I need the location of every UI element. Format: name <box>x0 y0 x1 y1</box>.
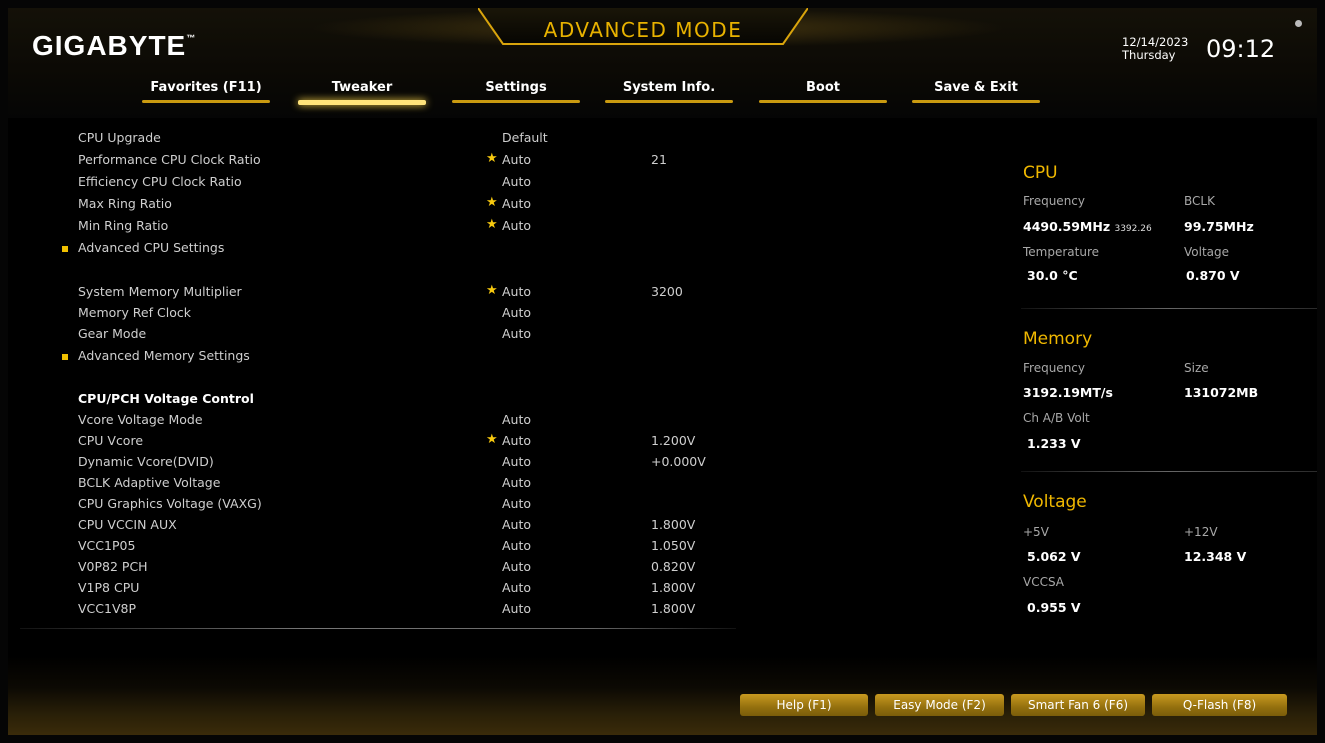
cpu-bclk-label: BCLK <box>1184 194 1215 208</box>
voltage-5v-value: 5.062 V <box>1027 549 1081 564</box>
tab-underline <box>759 100 887 103</box>
cpu-temperature-label: Temperature <box>1023 245 1100 259</box>
voltage-12v-label: +12V <box>1184 525 1218 539</box>
help-button[interactable]: Help (F1) <box>740 694 868 716</box>
cpu-voltage-value: 0.870 V <box>1186 268 1240 283</box>
voltage-5v-label: +5V <box>1023 525 1049 539</box>
tab-underline <box>452 100 580 103</box>
mode-banner: ADVANCED MODE <box>478 8 808 48</box>
star-icon: ★ <box>486 151 498 166</box>
setting-max-ring-ratio[interactable]: Max Ring Ratio ★ Auto <box>8 194 738 215</box>
memory-chvolt-value: 1.233 V <box>1027 436 1081 451</box>
weekday-text: Thursday <box>1122 48 1176 62</box>
memory-frequency-label: Frequency <box>1023 361 1085 375</box>
tab-underline <box>142 100 270 103</box>
voltage-section-title: Voltage <box>1023 492 1087 512</box>
setting-cpu-upgrade[interactable]: CPU Upgrade Default <box>8 128 738 149</box>
setting-memory-ref-clock[interactable]: Memory Ref Clock Auto <box>8 303 738 324</box>
tab-favorites[interactable]: Favorites (F11) <box>134 78 278 108</box>
tab-underline <box>605 100 733 103</box>
setting-v1p8-cpu[interactable]: V1P8 CPU Auto 1.800V <box>8 578 738 599</box>
setting-cpu-graphics-voltage[interactable]: CPU Graphics Voltage (VAXG) Auto <box>8 494 738 515</box>
memory-size-value: 131072MB <box>1184 385 1259 400</box>
cpu-temperature-value: 30.0 °C <box>1027 268 1078 283</box>
submenu-advanced-memory-settings[interactable]: Advanced Memory Settings <box>8 346 738 367</box>
voltage-12v-value: 12.348 V <box>1184 549 1247 564</box>
memory-chvolt-label: Ch A/B Volt <box>1023 411 1090 425</box>
setting-vcc1p05[interactable]: VCC1P05 Auto 1.050V <box>8 536 738 557</box>
star-icon: ★ <box>486 432 498 447</box>
tab-underline-active <box>298 100 426 105</box>
gigabyte-logo: GIGABYTE™ <box>32 30 197 61</box>
submenu-bullet-icon <box>62 354 68 360</box>
setting-vcore-voltage-mode[interactable]: Vcore Voltage Mode Auto <box>8 410 738 431</box>
setting-cpu-vccin-aux[interactable]: CPU VCCIN AUX Auto 1.800V <box>8 515 738 536</box>
q-flash-button[interactable]: Q-Flash (F8) <box>1152 694 1287 716</box>
panel-divider <box>1021 471 1317 472</box>
date-display: 12/14/2023 Thursday <box>1122 36 1188 62</box>
tab-settings[interactable]: Settings <box>444 78 588 108</box>
star-icon: ★ <box>486 283 498 298</box>
setting-dynamic-vcore[interactable]: Dynamic Vcore(DVID) Auto +0.000V <box>8 452 738 473</box>
setting-system-memory-multiplier[interactable]: System Memory Multiplier ★ Auto 3200 <box>8 282 738 303</box>
tab-save-exit[interactable]: Save & Exit <box>904 78 1048 108</box>
setting-v0p82-pch[interactable]: V0P82 PCH Auto 0.820V <box>8 557 738 578</box>
cpu-frequency-value: 4490.59MHz 3392.26 <box>1023 219 1152 234</box>
easy-mode-button[interactable]: Easy Mode (F2) <box>875 694 1004 716</box>
submenu-advanced-cpu-settings[interactable]: Advanced CPU Settings <box>8 238 738 259</box>
header-bar: GIGABYTE™ ADVANCED MODE 12/14/2023 Thurs… <box>8 8 1317 118</box>
tab-boot[interactable]: Boot <box>751 78 895 108</box>
setting-efficiency-cpu-clock-ratio[interactable]: Efficiency CPU Clock Ratio Auto <box>8 172 738 193</box>
setting-cpu-vcore[interactable]: CPU Vcore ★ Auto 1.200V <box>8 431 738 452</box>
setting-bclk-adaptive-voltage[interactable]: BCLK Adaptive Voltage Auto <box>8 473 738 494</box>
cpu-voltage-label: Voltage <box>1184 245 1230 259</box>
clock-time: 09:12 <box>1206 35 1276 63</box>
voltage-vccsa-label: VCCSA <box>1023 575 1065 589</box>
status-dot-icon <box>1295 20 1302 27</box>
cpu-bclk-value: 99.75MHz <box>1184 219 1254 234</box>
mode-title[interactable]: ADVANCED MODE <box>478 18 808 42</box>
section-heading-voltage-control: CPU/PCH Voltage Control <box>78 391 254 406</box>
list-divider <box>20 628 736 629</box>
smart-fan-button[interactable]: Smart Fan 6 (F6) <box>1011 694 1145 716</box>
cpu-frequency-label: Frequency <box>1023 194 1085 208</box>
memory-frequency-value: 3192.19MT/s <box>1023 385 1113 400</box>
panel-divider <box>1021 308 1317 309</box>
setting-performance-cpu-clock-ratio[interactable]: Performance CPU Clock Ratio ★ Auto 21 <box>8 150 738 171</box>
setting-min-ring-ratio[interactable]: Min Ring Ratio ★ Auto <box>8 216 738 237</box>
tab-tweaker[interactable]: Tweaker <box>290 78 434 108</box>
cpu-section-title: CPU <box>1023 163 1058 183</box>
tab-underline <box>912 100 1040 103</box>
voltage-vccsa-value: 0.955 V <box>1027 600 1081 615</box>
star-icon: ★ <box>486 195 498 210</box>
submenu-bullet-icon <box>62 246 68 252</box>
memory-section-title: Memory <box>1023 329 1093 349</box>
tab-system-info[interactable]: System Info. <box>597 78 741 108</box>
memory-size-label: Size <box>1184 361 1209 375</box>
bios-screen: GIGABYTE™ ADVANCED MODE 12/14/2023 Thurs… <box>8 8 1317 735</box>
setting-gear-mode[interactable]: Gear Mode Auto <box>8 324 738 345</box>
setting-vcc1v8p[interactable]: VCC1V8P Auto 1.800V <box>8 599 738 620</box>
star-icon: ★ <box>486 217 498 232</box>
